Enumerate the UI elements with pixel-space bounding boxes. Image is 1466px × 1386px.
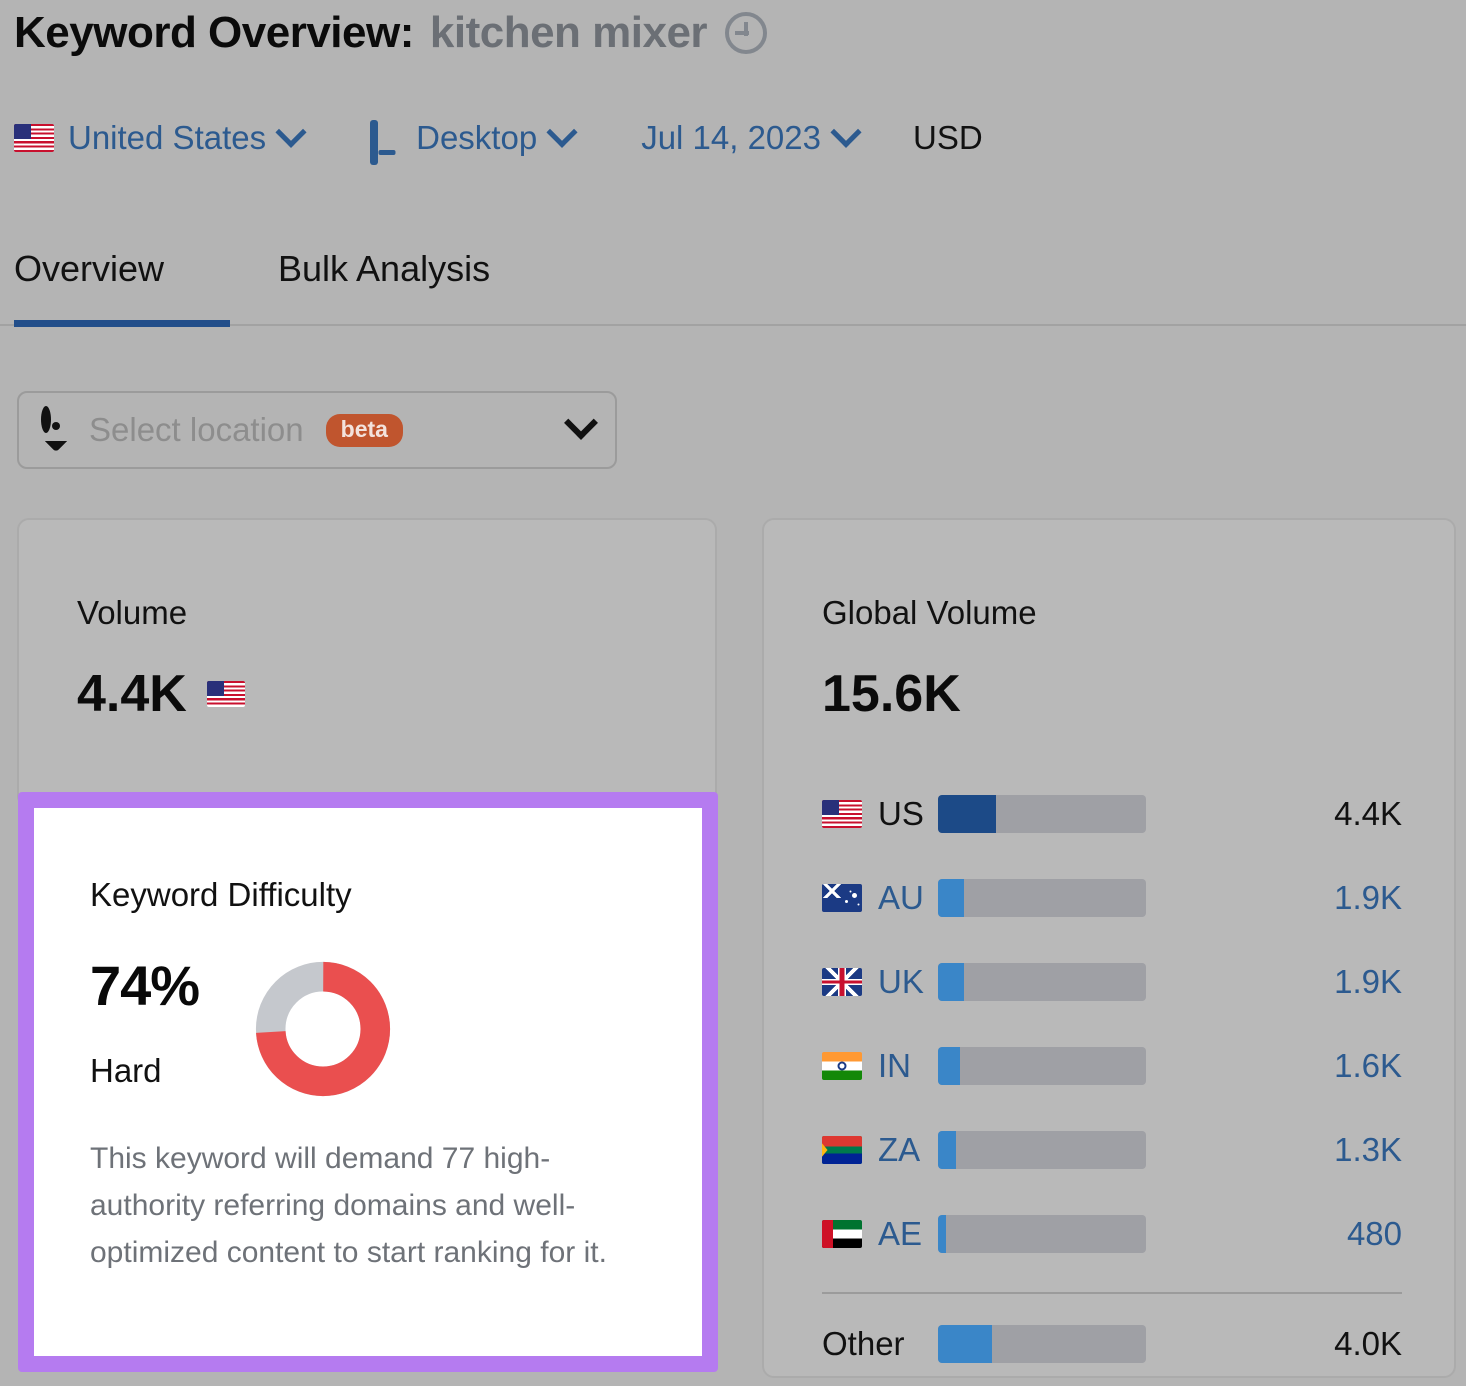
page-title-keyword: kitchen mixer xyxy=(429,8,708,57)
currency-label: USD xyxy=(913,119,983,156)
country-cell: US xyxy=(822,795,938,833)
volume-bar-track xyxy=(938,1131,1146,1169)
page-title: Keyword Overview: kitchen mixer xyxy=(14,8,768,58)
country-cell: AE xyxy=(822,1215,938,1253)
volume-value: 1.6K xyxy=(1334,1047,1402,1084)
volume-value: 1.9K xyxy=(1334,879,1402,916)
volume-card-value: 4.4K xyxy=(77,665,187,723)
global-volume-card: Global Volume 15.6K US 4.4K AU 1.9K UK 1.9K IN… xyxy=(762,518,1456,1378)
country-code-label: Other xyxy=(822,1325,905,1362)
beta-badge: beta xyxy=(325,413,403,447)
keyword-difficulty-donut-chart xyxy=(254,960,392,1098)
select-location-dropdown[interactable]: Select location beta xyxy=(17,391,617,469)
table-row[interactable]: AU 1.9K xyxy=(822,856,1402,940)
volume-bar-fill xyxy=(938,1047,960,1085)
keyword-difficulty-label: Keyword Difficulty xyxy=(90,876,352,913)
volume-bar-fill xyxy=(938,879,964,917)
volume-bar-fill xyxy=(938,1215,947,1253)
select-location-placeholder: Select location xyxy=(89,411,304,448)
us-flag-icon xyxy=(822,800,862,828)
device-selector-label: Desktop xyxy=(416,119,538,156)
za-flag-icon xyxy=(822,1136,862,1164)
volume-card-value-row: 4.4K xyxy=(77,664,245,724)
date-selector-label: Jul 14, 2023 xyxy=(641,119,821,156)
country-code-label: US xyxy=(878,795,924,832)
uk-flag-icon xyxy=(822,968,862,996)
keyword-difficulty-description: This keyword will demand 77 high-authori… xyxy=(90,1142,607,1269)
plus-circle-icon[interactable] xyxy=(725,12,768,54)
keyword-difficulty-level: Hard xyxy=(90,1052,162,1089)
global-volume-country-list: US 4.4K AU 1.9K UK 1.9K IN 1.6K ZA 1.3K AE 480 Other… xyxy=(822,772,1402,1386)
tab-bulk-analysis[interactable]: Bulk Analysis xyxy=(278,248,490,290)
volume-bar-track xyxy=(938,795,1146,833)
us-flag-icon xyxy=(14,124,54,152)
volume-card: Volume 4.4K xyxy=(17,518,717,808)
desktop-monitor-icon xyxy=(370,120,404,165)
volume-bar-fill xyxy=(938,963,964,1001)
country-cell: AU xyxy=(822,879,938,917)
country-code-label: UK xyxy=(878,963,924,1000)
volume-bar-track xyxy=(938,1047,1146,1085)
in-flag-icon xyxy=(822,1052,862,1080)
volume-bar-fill xyxy=(938,795,997,833)
volume-bar-track xyxy=(938,1325,1146,1363)
volume-value: 4.0K xyxy=(1334,1325,1402,1362)
volume-value: 1.3K xyxy=(1334,1131,1402,1168)
table-row: Other 4.0K xyxy=(822,1302,1402,1386)
filter-bar: United States Desktop Jul 14, 2023 USD xyxy=(14,108,983,168)
country-selector[interactable]: United States xyxy=(14,116,308,157)
country-cell: Other xyxy=(822,1325,938,1363)
map-pin-icon xyxy=(41,406,71,449)
au-flag-icon xyxy=(822,884,862,912)
volume-value: 4.4K xyxy=(1334,795,1402,832)
us-flag-icon xyxy=(206,681,245,707)
tab-bar: Overview Bulk Analysis xyxy=(0,240,1466,327)
tab-overview[interactable]: Overview xyxy=(14,248,164,290)
date-selector[interactable]: Jul 14, 2023 xyxy=(641,116,863,157)
table-row[interactable]: ZA 1.3K xyxy=(822,1108,1402,1192)
global-volume-value: 15.6K xyxy=(822,665,961,723)
device-selector[interactable]: Desktop xyxy=(370,116,579,165)
chevron-down-icon xyxy=(830,116,862,148)
volume-bar-track xyxy=(938,879,1146,917)
chevron-down-icon xyxy=(546,116,578,148)
table-row[interactable]: IN 1.6K xyxy=(822,1024,1402,1108)
volume-bar-track xyxy=(938,963,1146,1001)
volume-value: 1.9K xyxy=(1334,963,1402,1000)
volume-bar-track xyxy=(938,1215,1146,1253)
tab-active-indicator xyxy=(14,320,230,327)
chevron-down-icon xyxy=(564,405,598,440)
country-cell: IN xyxy=(822,1047,938,1085)
volume-bar-fill xyxy=(938,1325,993,1363)
volume-card-label: Volume xyxy=(77,594,188,631)
list-divider xyxy=(822,1292,1402,1294)
chevron-down-icon xyxy=(275,116,307,148)
page-title-label: Keyword Overview: xyxy=(14,8,414,57)
country-code-label: IN xyxy=(878,1047,911,1084)
table-row[interactable]: UK 1.9K xyxy=(822,940,1402,1024)
ae-flag-icon xyxy=(822,1220,862,1248)
country-code-label: ZA xyxy=(878,1131,921,1168)
country-code-label: AE xyxy=(878,1215,923,1252)
country-cell: UK xyxy=(822,963,938,1001)
volume-value: 480 xyxy=(1346,1215,1402,1252)
keyword-difficulty-card: Keyword Difficulty 74% Hard This keyword… xyxy=(18,792,718,1372)
table-row[interactable]: US 4.4K xyxy=(822,772,1402,856)
keyword-difficulty-value: 74% xyxy=(90,954,200,1017)
table-row[interactable]: AE 480 xyxy=(822,1192,1402,1276)
global-volume-label: Global Volume xyxy=(822,594,1037,631)
country-selector-label: United States xyxy=(68,119,267,156)
volume-bar-fill xyxy=(938,1131,956,1169)
country-cell: ZA xyxy=(822,1131,938,1169)
country-code-label: AU xyxy=(878,879,924,916)
